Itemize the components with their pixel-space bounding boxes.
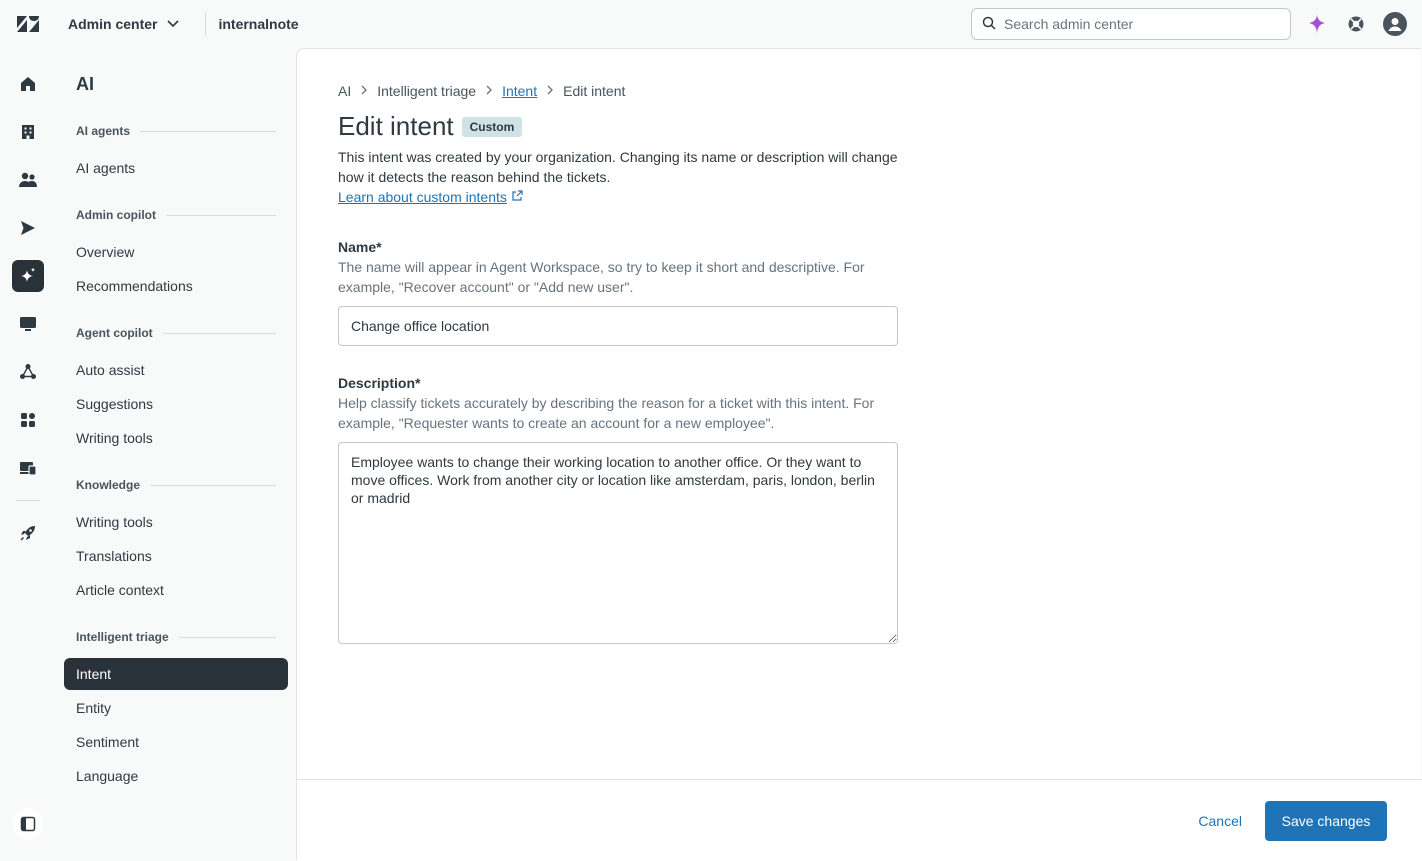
description-hint: Help classify tickets accurately by desc… [338,395,875,431]
breadcrumb-ai: AI [338,83,352,99]
page-title-row: Edit intent Custom [338,111,523,142]
ai-sparkle-nav-icon[interactable] [12,260,44,292]
subnav-title: AI [76,74,94,94]
people-icon[interactable] [12,164,44,196]
avatar[interactable] [1383,12,1407,36]
rocket-icon[interactable] [12,517,44,549]
apps-integrations-icon[interactable] [12,404,44,436]
cancel-button[interactable]: Cancel [1198,801,1242,841]
section-heading-knowledge: Knowledge [76,478,276,492]
description-field[interactable]: Employee wants to change their working l… [338,442,898,644]
section-heading-agent-copilot: Agent copilot [76,326,276,340]
devices-icon[interactable] [12,452,44,484]
collapse-sidebar-icon[interactable] [12,808,44,840]
breadcrumb: AI Intelligent triage Intent Edit intent [338,83,625,99]
top-bar: Admin center internalnote [0,0,1422,48]
chevron-down-icon [165,15,181,34]
account-building-icon[interactable] [12,116,44,148]
help-icon[interactable] [1344,12,1368,36]
ai-sparkle-icon[interactable] [1305,12,1329,36]
main-panel: AI Intelligent triage Intent Edit intent… [296,48,1422,861]
breadcrumb-intent-link[interactable]: Intent [502,83,537,99]
section-heading-admin-copilot: Admin copilot [76,208,276,222]
nav-item-language[interactable]: Language [64,760,288,792]
name-field[interactable] [338,306,898,346]
home-icon[interactable] [12,68,44,100]
search-icon [982,16,996,33]
secondary-nav: AI AI agents AI agents Admin copilot Ove… [56,48,296,860]
nav-item-entity[interactable]: Entity [64,692,288,724]
nav-item-suggestions[interactable]: Suggestions [64,388,288,420]
rail-divider [16,500,40,501]
product-switcher[interactable]: Admin center [68,15,181,34]
nav-item-agent-writing-tools[interactable]: Writing tools [64,422,288,454]
save-changes-button[interactable]: Save changes [1265,801,1387,841]
name-label: Name* [338,239,382,255]
objects-rules-icon[interactable] [12,356,44,388]
zendesk-logo[interactable] [0,0,56,48]
learn-custom-intents-link[interactable]: Learn about custom intents [338,187,523,207]
product-label: Admin center [68,16,158,32]
search-box [971,8,1291,40]
page-title: Edit intent [338,111,454,141]
breadcrumb-intelligent-triage: Intelligent triage [377,83,477,99]
icon-rail [0,48,56,860]
external-link-icon [511,187,523,207]
intro-text: This intent was created by your organiza… [338,149,898,185]
section-heading-ai-agents: AI agents [76,124,276,138]
chevron-right-icon [359,84,369,98]
nav-item-translations[interactable]: Translations [64,540,288,572]
workspaces-monitor-icon[interactable] [12,308,44,340]
topbar-divider [205,12,207,36]
form-footer: Cancel Save changes [297,779,1422,861]
name-hint: The name will appear in Agent Workspace,… [338,259,865,295]
nav-item-recommendations[interactable]: Recommendations [64,270,288,302]
section-heading-intelligent-triage: Intelligent triage [76,630,276,644]
nav-item-overview[interactable]: Overview [64,236,288,268]
learn-link-label: Learn about custom intents [338,189,507,205]
custom-badge: Custom [461,116,523,137]
breadcrumb-current: Edit intent [563,83,626,99]
search-input[interactable] [1004,16,1264,32]
nav-item-article-context[interactable]: Article context [64,574,288,606]
nav-item-sentiment[interactable]: Sentiment [64,726,288,758]
nav-item-ai-agents[interactable]: AI agents [64,152,288,184]
chevron-right-icon [484,84,494,98]
chevron-right-icon [545,84,555,98]
account-name: internalnote [218,16,299,32]
nav-item-intent[interactable]: Intent [64,658,288,690]
description-label: Description* [338,375,421,391]
nav-item-knowledge-writing-tools[interactable]: Writing tools [64,506,288,538]
channels-send-icon[interactable] [12,212,44,244]
nav-item-auto-assist[interactable]: Auto assist [64,354,288,386]
